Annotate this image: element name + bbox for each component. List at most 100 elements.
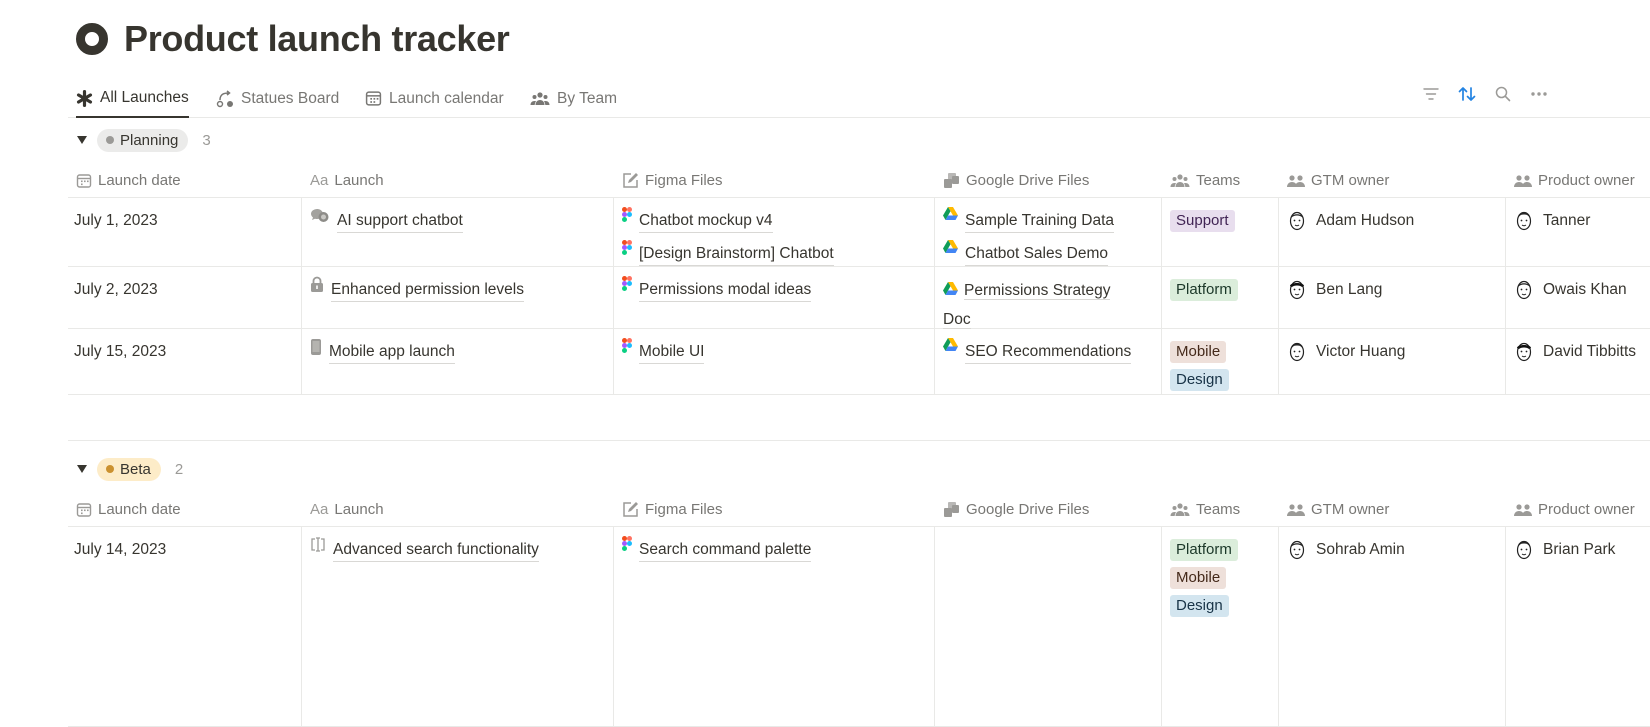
figma-file-link[interactable]: [Design Brainstorm] Chatbot [622, 240, 926, 266]
tab-by-team[interactable]: By Team [530, 80, 617, 117]
table-body: July 14, 2023 Advanced search functionali… [68, 527, 1650, 727]
cell-launch-date: July 15, 2023 [68, 329, 302, 394]
column-header-product-owner[interactable]: Product owner [1506, 164, 1650, 197]
sort-icon[interactable] [1456, 82, 1478, 106]
launch-date[interactable]: July 14, 2023 [74, 539, 293, 561]
launch-link[interactable]: Enhanced permission levels [310, 276, 605, 302]
tab-launch-calendar[interactable]: Launch calendar [365, 80, 504, 117]
tab-label: Statues Board [241, 89, 340, 107]
figma-file-name: Mobile UI [639, 341, 705, 364]
column-header-label: Launch date [98, 172, 181, 189]
search-icon[interactable] [1492, 82, 1514, 106]
column-header-figma-files[interactable]: Figma Files [614, 164, 935, 197]
team-tag[interactable]: Design [1170, 595, 1229, 617]
cell-launch: Enhanced permission levels [302, 267, 614, 328]
figma-file-link[interactable]: Mobile UI [622, 338, 926, 364]
filter-icon[interactable] [1420, 82, 1442, 106]
status-pill: Planning [97, 128, 189, 152]
launch-link[interactable]: AI support chatbot [310, 207, 605, 233]
figma-icon [622, 276, 632, 291]
table-header: Launch date Aa Launch Figma Files Google Dri… [68, 164, 1650, 198]
team-tag[interactable]: Mobile [1170, 341, 1227, 363]
drive-file-link[interactable]: SEO Recommendations [943, 338, 1153, 364]
calendar-icon [76, 173, 92, 189]
person-gtm[interactable]: Victor Huang [1287, 341, 1497, 363]
collapse-triangle-icon[interactable] [77, 465, 87, 473]
google-drive-icon [943, 282, 958, 295]
tab-label: Launch calendar [389, 89, 504, 107]
more-icon[interactable] [1528, 82, 1550, 106]
person-product[interactable]: Tanner [1514, 210, 1650, 232]
group-header[interactable]: Planning 3 [68, 128, 211, 152]
drive-file-link[interactable]: Sample Training Data [943, 207, 1153, 233]
launch-title: Mobile app launch [329, 341, 455, 364]
table-row: July 14, 2023 Advanced search functionali… [68, 527, 1650, 727]
cell-launch: Advanced search functionality [302, 527, 614, 726]
status-dot-icon [106, 136, 114, 144]
column-header-launch[interactable]: Aa Launch [302, 164, 614, 197]
column-header-gtm-owner[interactable]: GTM owner [1279, 493, 1506, 526]
column-header-google-drive-files[interactable]: Google Drive Files [935, 493, 1162, 526]
column-header-launch[interactable]: Aa Launch [302, 493, 614, 526]
cell-product-owner: Tanner [1506, 198, 1650, 266]
person-gtm[interactable]: Adam Hudson [1287, 210, 1497, 232]
column-header-label: GTM owner [1311, 501, 1390, 518]
cell-product-owner: Owais Khan [1506, 267, 1650, 328]
team-tag[interactable]: Platform [1170, 539, 1238, 561]
column-header-launch-date[interactable]: Launch date [68, 164, 302, 197]
tab-all-launches[interactable]: All Launches [76, 80, 189, 118]
people-icon [530, 91, 550, 107]
table-header: Launch date Aa Launch Figma Files Google Dri… [68, 493, 1650, 527]
figma-file-link[interactable]: Permissions modal ideas [622, 276, 926, 302]
page-title: Product launch tracker [124, 18, 510, 59]
avatar [1287, 539, 1307, 561]
figma-file-name: Search command palette [639, 539, 812, 562]
tab-statues-board[interactable]: Statues Board [216, 80, 339, 117]
person-pair-icon [1287, 503, 1305, 517]
team-tag[interactable]: Support [1170, 210, 1235, 232]
column-header-product-owner[interactable]: Product owner [1506, 493, 1650, 526]
figma-file-link[interactable]: Chatbot mockup v4 [622, 207, 926, 233]
drive-file-link[interactable]: Chatbot Sales Demo [943, 240, 1153, 266]
page-header: Product launch tracker [76, 18, 510, 60]
column-header-figma-files[interactable]: Figma Files [614, 493, 935, 526]
person-product[interactable]: Owais Khan [1514, 279, 1650, 301]
launch-link[interactable]: Mobile app launch [310, 338, 605, 364]
figma-icon [622, 240, 632, 255]
cell-launch: AI support chatbot [302, 198, 614, 266]
person-name: Adam Hudson [1316, 212, 1415, 229]
figma-icon [622, 338, 632, 353]
figma-file-link[interactable]: Search command palette [622, 536, 926, 562]
launch-date[interactable]: July 15, 2023 [74, 341, 293, 363]
column-header-teams[interactable]: Teams [1162, 164, 1279, 197]
person-product[interactable]: David Tibbitts [1514, 341, 1650, 363]
table-row: July 1, 2023 AI support chatbot Chatbot mo… [68, 198, 1650, 267]
person-pair-icon [1287, 174, 1305, 188]
person-gtm[interactable]: Ben Lang [1287, 279, 1497, 301]
lock-icon [310, 276, 324, 293]
person-pair-icon [1514, 503, 1532, 517]
drive-file-link[interactable]: Permissions Strategy Doc [943, 276, 1128, 334]
launch-date[interactable]: July 1, 2023 [74, 210, 293, 232]
figma-file-name: [Design Brainstorm] Chatbot [639, 243, 834, 266]
team-tag[interactable]: Mobile [1170, 567, 1227, 589]
asterisk-icon [76, 89, 93, 107]
launch-link[interactable]: Advanced search functionality [310, 536, 605, 562]
team-tag[interactable]: Platform [1170, 279, 1238, 301]
launch-title: AI support chatbot [337, 210, 463, 233]
column-header-google-drive-files[interactable]: Google Drive Files [935, 164, 1162, 197]
table-row: July 15, 2023 Mobile app launch Mobile UI S… [68, 329, 1650, 395]
column-header-label: Google Drive Files [966, 172, 1090, 189]
person-product[interactable]: Brian Park [1514, 539, 1650, 561]
figma-icon [622, 536, 632, 551]
column-header-gtm-owner[interactable]: GTM owner [1279, 164, 1506, 197]
column-header-launch-date[interactable]: Launch date [68, 493, 302, 526]
column-header-teams[interactable]: Teams [1162, 493, 1279, 526]
group-header[interactable]: Beta 2 [68, 457, 183, 481]
person-gtm[interactable]: Sohrab Amin [1287, 539, 1497, 561]
collapse-triangle-icon[interactable] [77, 136, 87, 144]
launch-date[interactable]: July 2, 2023 [74, 279, 293, 301]
text-cursor-icon [310, 536, 326, 553]
tab-label: By Team [557, 89, 618, 107]
team-tag[interactable]: Design [1170, 369, 1229, 391]
